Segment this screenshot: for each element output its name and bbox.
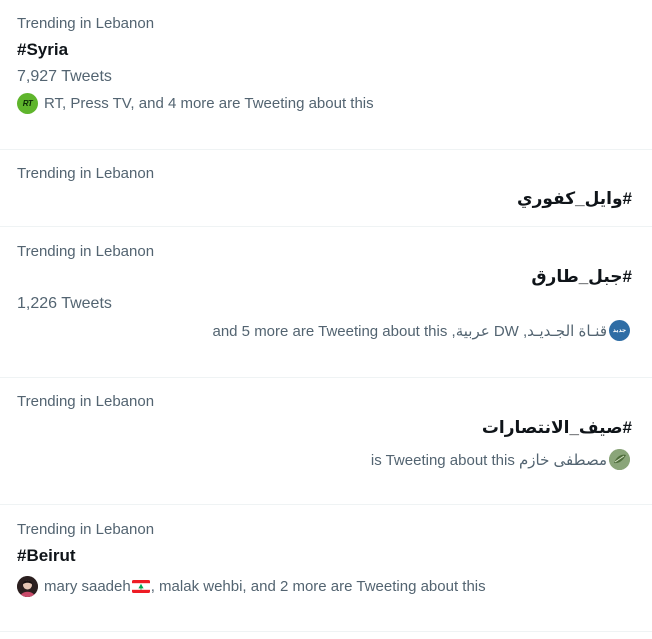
- trend-context: RT RT, Press TV, and 4 more are Tweeting…: [17, 93, 374, 114]
- trend-item-syria[interactable]: Trending in Lebanon #Syria 7,927 Tweets …: [0, 0, 652, 150]
- trend-hashtag[interactable]: #Syria: [17, 40, 68, 60]
- trend-hashtag[interactable]: #جبل_طارق: [531, 267, 632, 287]
- trend-context: mary saadeh , malak wehbi, and 2 more ar…: [17, 576, 486, 597]
- trend-item-wael-kfoury[interactable]: Trending in Lebanon #وايل_كفوري: [0, 150, 652, 227]
- trend-context: جديد قنـاة الجـديـد, DW عربية, and 5 mor…: [212, 320, 630, 341]
- trend-context-name: mary saadeh: [44, 578, 131, 595]
- trend-location: Trending in Lebanon: [17, 165, 155, 182]
- trend-context: مصطفى خازم is Tweeting about this: [371, 449, 630, 470]
- trend-context-text: RT, Press TV, and 4 more are Tweeting ab…: [44, 95, 374, 112]
- rt-logo-icon: RT: [17, 93, 38, 114]
- trend-location: Trending in Lebanon: [17, 15, 155, 32]
- trend-location: Trending in Lebanon: [17, 393, 155, 410]
- trend-hashtag[interactable]: #Beirut: [17, 546, 76, 566]
- trend-item-beirut[interactable]: Trending in Lebanon #Beirut mary saadeh …: [0, 505, 652, 632]
- trend-location: Trending in Lebanon: [17, 521, 155, 538]
- trend-item-summer-victories[interactable]: Trending in Lebanon #صيف_الانتصارات مصطف…: [0, 378, 652, 505]
- trend-hashtag[interactable]: #صيف_الانتصارات: [482, 418, 632, 438]
- trend-context-text: قنـاة الجـديـد, DW عربية, and 5 more are…: [212, 322, 607, 340]
- trend-tweet-count: 1,226 Tweets: [17, 295, 112, 312]
- trend-tweet-count: 7,927 Tweets: [17, 68, 112, 85]
- leaf-avatar-icon: [609, 449, 630, 470]
- trend-item-jabal-tariq[interactable]: Trending in Lebanon #جبل_طارق 1,226 Twee…: [0, 227, 652, 378]
- trend-context-text: , malak wehbi, and 2 more are Tweeting a…: [150, 578, 486, 595]
- person-avatar-icon: [17, 576, 38, 597]
- trend-location: Trending in Lebanon: [17, 243, 155, 260]
- lebanon-flag-icon: [131, 580, 150, 593]
- trend-context-text: مصطفى خازم is Tweeting about this: [370, 451, 607, 469]
- trend-hashtag[interactable]: #وايل_كفوري: [517, 189, 632, 209]
- aljadeed-logo-icon: جديد: [609, 320, 630, 341]
